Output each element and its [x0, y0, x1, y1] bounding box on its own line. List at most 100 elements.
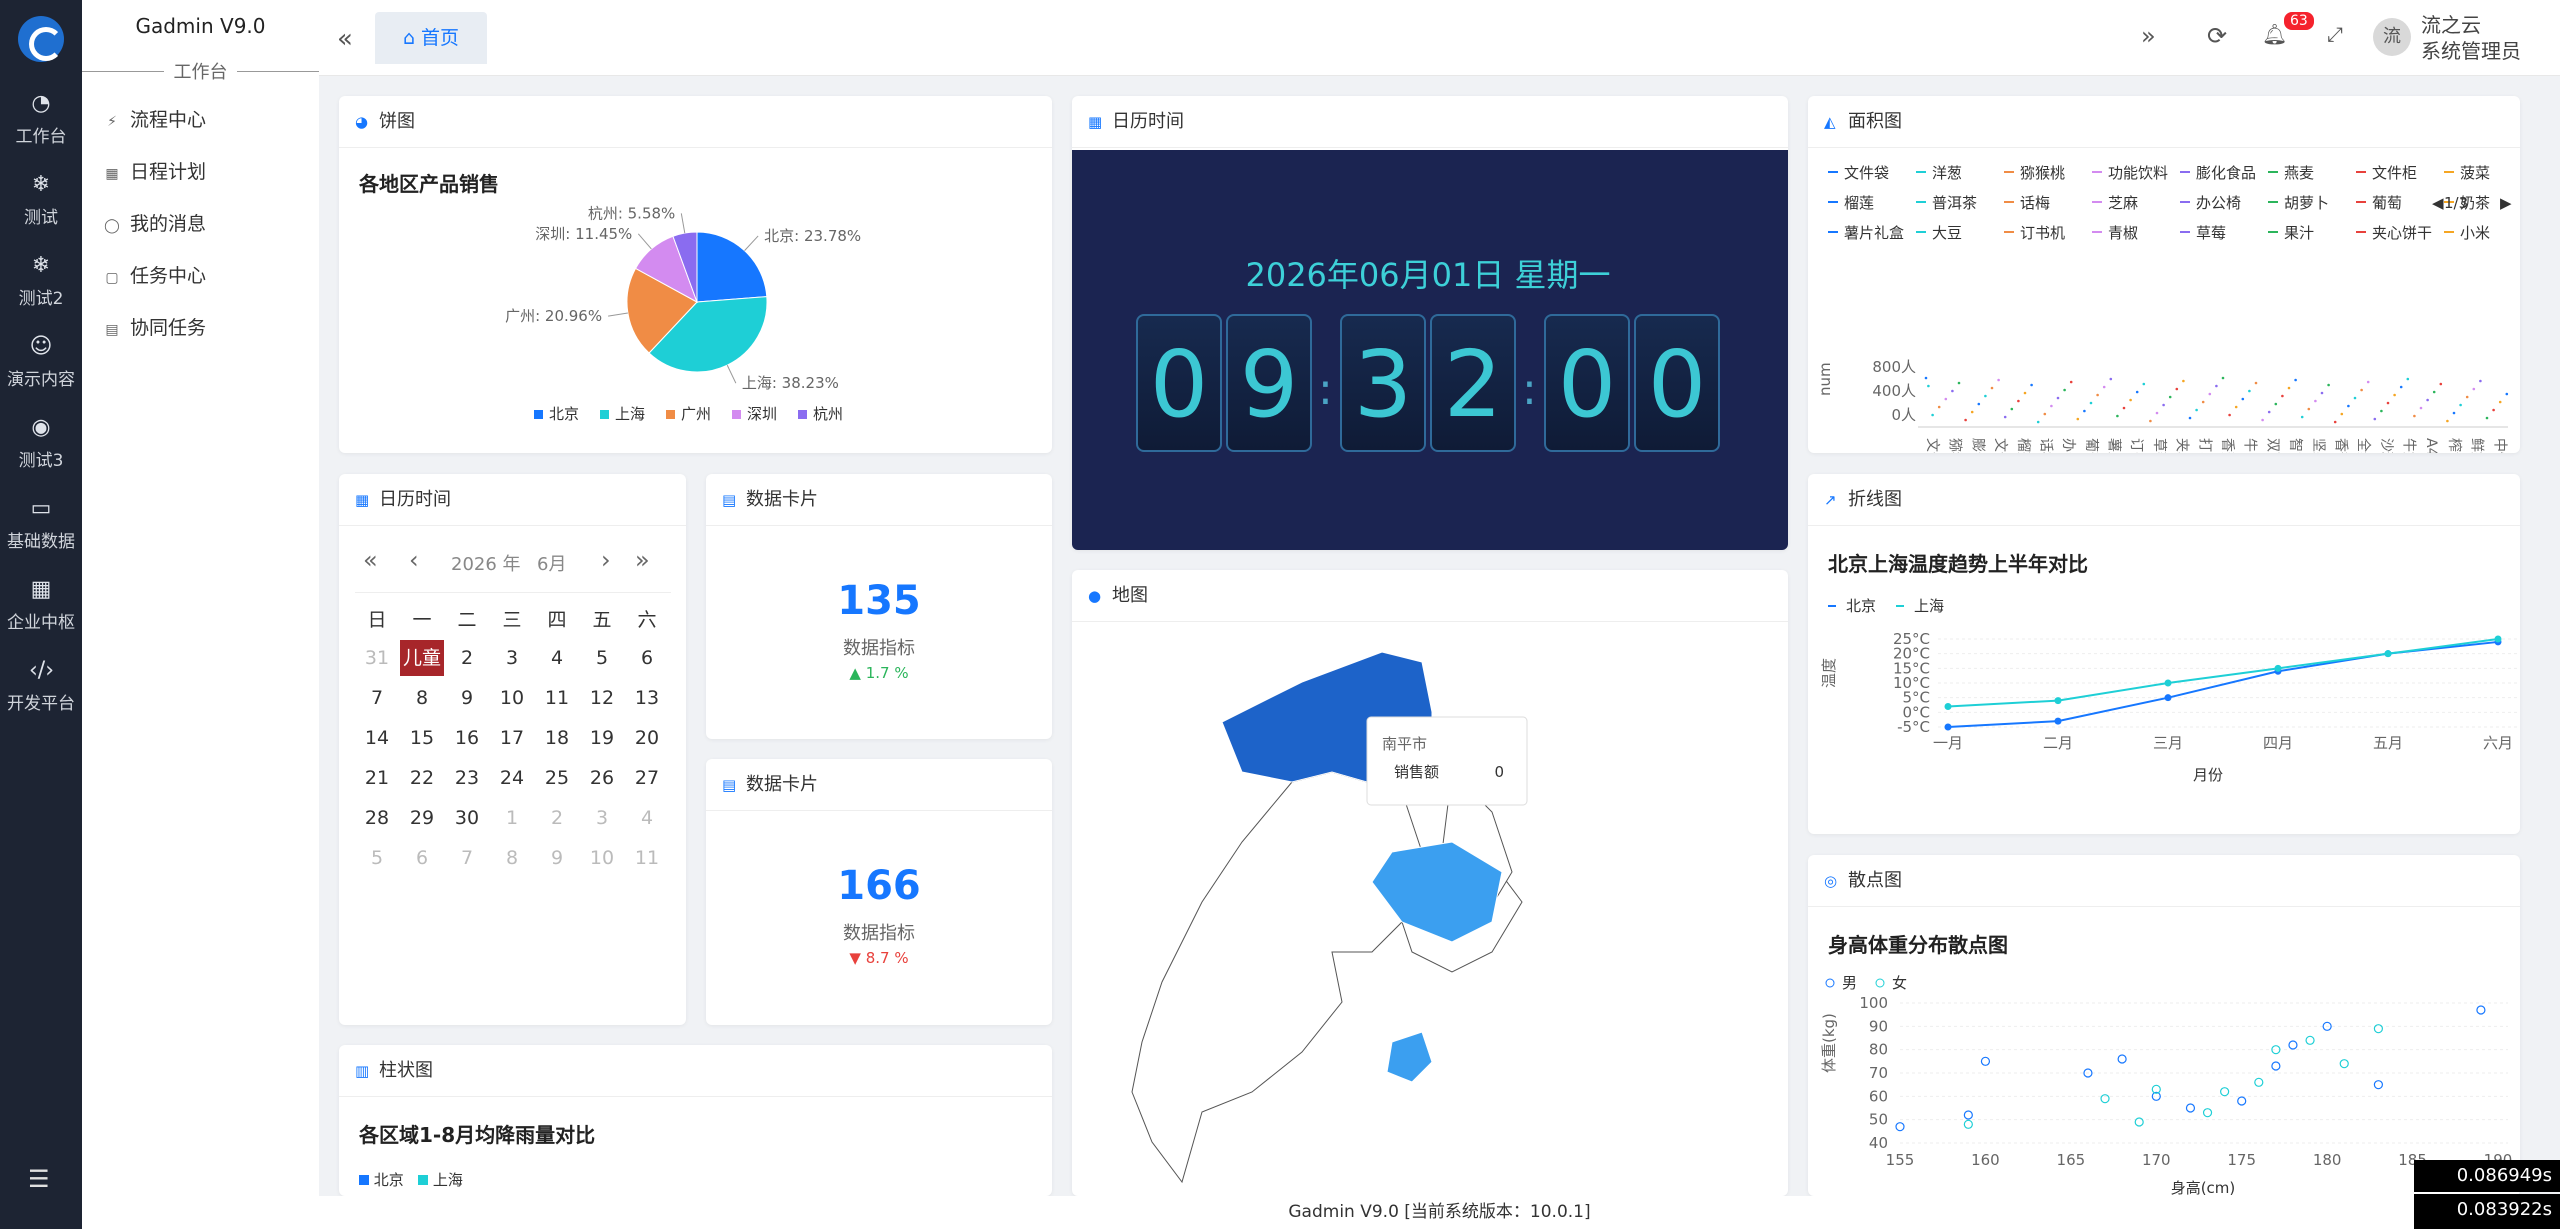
legend-label[interactable]: 芝麻 [2108, 194, 2138, 212]
calendar-day[interactable]: 12 [580, 680, 624, 716]
legend-label[interactable]: 文件柜 [2372, 164, 2417, 182]
line-point[interactable] [2054, 717, 2062, 725]
calendar-day[interactable]: 15 [400, 720, 444, 756]
pie-slice[interactable] [696, 231, 768, 303]
line-point[interactable] [2164, 694, 2172, 702]
fullscreen-icon[interactable]: ⤢ [2327, 22, 2343, 46]
calendar-day[interactable]: 11 [535, 680, 579, 716]
calendar-day[interactable]: 24 [490, 760, 534, 796]
calendar-day[interactable]: 8 [400, 680, 444, 716]
refresh-icon[interactable]: ⟳ [2207, 22, 2227, 50]
legend-label[interactable]: 功能饮料 [2108, 164, 2168, 182]
calendar-day[interactable]: 18 [535, 720, 579, 756]
double-right-icon[interactable]: » [2141, 22, 2156, 50]
scatter-point[interactable] [2305, 1035, 2315, 1045]
collapse-tabs-icon[interactable]: « [337, 24, 353, 54]
legend-label[interactable]: 胡萝卜 [2284, 194, 2329, 212]
rail-item[interactable]: ‹/› 开发平台 [0, 659, 82, 739]
legend-label[interactable]: 广州 [681, 405, 711, 423]
scatter-point[interactable] [1895, 1122, 1905, 1132]
legend-label[interactable]: 葡萄 [2372, 194, 2402, 212]
scatter-point[interactable] [2220, 1087, 2230, 1097]
scatter-point[interactable] [2288, 1040, 2298, 1050]
legend-label[interactable]: 薯片礼盒 [1844, 224, 1904, 242]
calendar-day[interactable]: 16 [445, 720, 489, 756]
legend-next-icon[interactable]: ▶ [2500, 194, 2512, 212]
rail-item[interactable]: ▦ 企业中枢 [0, 578, 82, 658]
line-point[interactable] [1944, 702, 1952, 710]
calendar-day[interactable]: 9 [445, 680, 489, 716]
legend-label[interactable]: 果汁 [2284, 224, 2314, 242]
scatter-point[interactable] [2254, 1077, 2264, 1087]
legend-label[interactable]: 小米 [2460, 224, 2490, 242]
calendar-day[interactable]: 6 [400, 840, 444, 876]
legend-label[interactable]: 菠菜 [2460, 164, 2490, 182]
calendar-month[interactable]: 6月 [537, 550, 566, 576]
line-series[interactable] [1947, 640, 2499, 728]
legend-label[interactable]: 办公椅 [2196, 194, 2241, 212]
line-point[interactable] [2494, 635, 2502, 643]
region-outline[interactable] [1131, 771, 1433, 1184]
next-year-icon[interactable]: » [635, 546, 650, 574]
rail-item[interactable]: ❄ 测试2 [0, 254, 82, 334]
line-point[interactable] [2274, 664, 2282, 672]
calendar-day[interactable]: 31 [355, 640, 399, 676]
calendar-day[interactable]: 3 [490, 640, 534, 676]
gadmin-logo[interactable] [18, 16, 64, 62]
legend-label[interactable]: 话梅 [2020, 194, 2050, 212]
scatter-point[interactable] [2373, 1080, 2384, 1090]
calendar-day[interactable]: 23 [445, 760, 489, 796]
rail-item[interactable]: ▭ 基础数据 [0, 497, 82, 577]
bell-icon[interactable]: 🔔︎ [2262, 22, 2287, 46]
calendar-day-today[interactable]: 儿童 [400, 640, 444, 676]
calendar-day[interactable]: 5 [580, 640, 624, 676]
menu-toggle-icon[interactable]: ☰ [28, 1165, 50, 1193]
calendar-day[interactable]: 1 [490, 800, 534, 836]
region-xiamen[interactable] [1386, 1031, 1433, 1083]
scatter-point[interactable] [1963, 1119, 1973, 1129]
calendar-day[interactable]: 5 [355, 840, 399, 876]
legend-label[interactable]: 燕麦 [2284, 164, 2314, 182]
prev-year-icon[interactable]: « [363, 546, 378, 574]
calendar-day[interactable]: 25 [535, 760, 579, 796]
legend-label[interactable]: 女 [1892, 974, 1907, 992]
prev-month-icon[interactable]: ‹ [409, 546, 419, 574]
legend-label[interactable]: 洋葱 [1932, 164, 1962, 182]
legend-label[interactable]: 男 [1842, 974, 1857, 992]
legend-label[interactable]: 青椒 [2108, 224, 2138, 242]
calendar-day[interactable]: 27 [625, 760, 669, 796]
menu-item[interactable]: ▤ 协同任务 [104, 313, 206, 343]
line-point[interactable] [2384, 650, 2392, 658]
calendar-day[interactable]: 30 [445, 800, 489, 836]
calendar-day[interactable]: 17 [490, 720, 534, 756]
calendar-year[interactable]: 2026 年 [451, 550, 521, 576]
tab-home[interactable]: ⌂ 首页 [375, 12, 487, 64]
scatter-point[interactable] [2339, 1059, 2349, 1069]
legend-label[interactable]: 普洱茶 [1932, 194, 1977, 212]
calendar-day[interactable]: 10 [580, 840, 624, 876]
line-series[interactable] [1947, 638, 2499, 708]
calendar-day[interactable]: 20 [625, 720, 669, 756]
legend-label[interactable]: 北京 [549, 405, 579, 423]
scatter-point[interactable] [2185, 1103, 2196, 1113]
scatter-point[interactable] [2202, 1108, 2213, 1118]
calendar-day[interactable]: 7 [445, 840, 489, 876]
legend-label[interactable]: 猕猴桃 [2020, 164, 2065, 182]
scatter-point[interactable] [2237, 1096, 2247, 1106]
rail-item[interactable]: ◉ 测试3 [0, 416, 82, 496]
line-point[interactable] [2164, 679, 2172, 687]
calendar-day[interactable]: 14 [355, 720, 399, 756]
calendar-day[interactable]: 2 [535, 800, 579, 836]
scatter-point[interactable] [2476, 1005, 2486, 1015]
legend-label[interactable]: 膨化食品 [2196, 164, 2256, 182]
line-point[interactable] [2054, 697, 2062, 705]
legend-label[interactable]: 深圳 [747, 405, 777, 423]
rail-item[interactable]: ◔ 工作台 [0, 92, 82, 172]
calendar-day[interactable]: 9 [535, 840, 579, 876]
calendar-day[interactable]: 4 [625, 800, 669, 836]
legend-label[interactable]: 文件袋 [1844, 164, 1889, 182]
legend-label[interactable]: 草莓 [2196, 224, 2226, 242]
rail-item[interactable]: ❄ 测试 [0, 173, 82, 253]
calendar-day[interactable]: 6 [625, 640, 669, 676]
menu-item[interactable]: ⚡ 流程中心 [104, 105, 206, 135]
